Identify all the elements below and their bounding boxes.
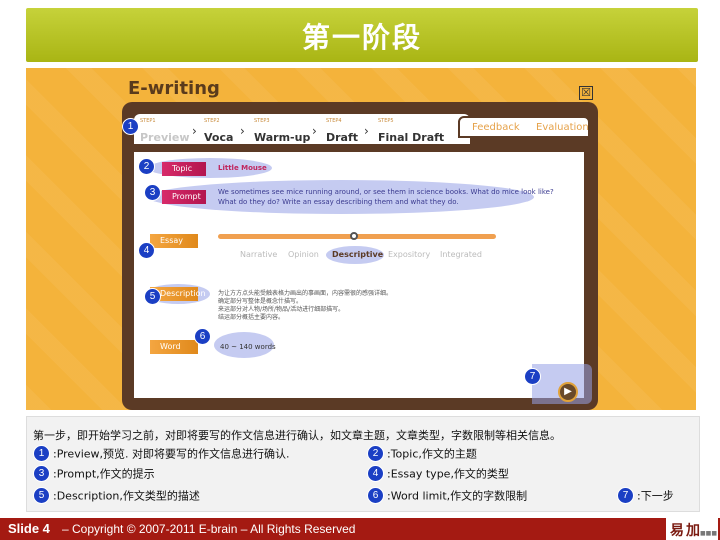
step-tabs: STEP1 Preview › STEP2 Voca › STEP3 Warm-… [134, 114, 470, 144]
essay-type-option[interactable]: Opinion [288, 250, 319, 259]
callout-badge: 3 [144, 184, 161, 201]
review-tabs: Feedback Evaluation [458, 116, 590, 138]
callout-badge: 2 [138, 158, 155, 175]
callout-badge: 7 [524, 368, 541, 385]
slide-number: Slide 4 [8, 521, 50, 536]
topic-label: Topic [162, 162, 206, 176]
callout-badge: 4 [138, 242, 155, 259]
app-logo: E-writing [128, 78, 220, 99]
step-separator-icon: › [192, 124, 197, 138]
explanation-intro: 第一步，即开始学习之前，对即将要写的作文信息进行确认，如文章主题，文章类型，字数… [33, 429, 561, 442]
legend-badge: 2 [367, 445, 384, 462]
slide: 第一阶段 E-writing ☒ STEP1 Preview › STEP2 V… [0, 0, 720, 540]
essay-type-option[interactable]: Integrated [440, 250, 482, 259]
description-line: 为让方方点头能受触表格力画出的事画面，内容需很的感强详细。 [218, 290, 393, 297]
step-preview[interactable]: STEP1 Preview [140, 118, 190, 145]
essay-type-option-selected[interactable]: Descriptive [332, 250, 383, 259]
legend-badge: 6 [367, 487, 384, 504]
legend-item: 7:下一步 [617, 487, 674, 504]
legend-badge: 3 [33, 465, 50, 482]
essay-type-option[interactable]: Narrative [240, 250, 277, 259]
description-line: 来运部分对人物/场所/物品/活动进行细部描写。 [218, 306, 345, 313]
next-button[interactable]: ▶ [558, 382, 578, 402]
content-panel: Topic Little Mouse Prompt We sometimes s… [134, 152, 584, 398]
topic-value: Little Mouse [218, 164, 267, 172]
legend-badge: 5 [33, 487, 50, 504]
step-final-draft[interactable]: STEP5 Final Draft [378, 118, 444, 145]
close-icon[interactable]: ☒ [579, 86, 593, 100]
copyright-text: – Copyright © 2007-2011 E-brain – All Ri… [62, 522, 356, 536]
tab-evaluation[interactable]: Evaluation [536, 122, 589, 133]
word-limit-label: Word Limit [150, 340, 198, 365]
description-line: 结运部分概括主要内容。 [218, 314, 285, 321]
slide-title: 第一阶段 [301, 21, 422, 54]
explanation-box: 第一步，即开始学习之前，对即将要写的作文信息进行确认，如文章主题，文章类型，字数… [26, 416, 700, 512]
e-writing-app: E-writing ☒ STEP1 Preview › STEP2 Voca ›… [26, 68, 696, 410]
footer-bar: Slide 4 – Copyright © 2007-2011 E-brain … [0, 518, 720, 540]
prompt-label: Prompt [162, 190, 206, 204]
essay-type-option[interactable]: Expository [388, 250, 430, 259]
essay-type-label: Essay Type [150, 234, 198, 259]
description-line: 确定部分写整体是概念什描写。 [218, 298, 303, 305]
step-warm-up[interactable]: STEP3 Warm-up [254, 118, 310, 145]
essay-type-marker-icon[interactable] [350, 232, 358, 240]
company-logo: 易 加 ■■■ [666, 518, 718, 540]
tab-feedback[interactable]: Feedback [472, 122, 520, 133]
legend-item: 5:Description,作文类型的描述 [33, 487, 200, 504]
prompt-line-1: We sometimes see mice running around, or… [218, 188, 554, 196]
legend-badge: 1 [33, 445, 50, 462]
step-voca[interactable]: STEP2 Voca [204, 118, 233, 145]
step-separator-icon: › [312, 124, 317, 138]
legend-badge: 7 [617, 487, 634, 504]
step-draft[interactable]: STEP4 Draft [326, 118, 358, 145]
legend-item: 1:Preview,预览. 对即将要写的作文信息进行确认. [33, 445, 290, 462]
callout-badge: 6 [194, 328, 211, 345]
callout-badge: 5 [144, 288, 161, 305]
step-separator-icon: › [364, 124, 369, 138]
title-banner: 第一阶段 [26, 8, 698, 62]
legend-badge: 4 [367, 465, 384, 482]
callout-badge: 1 [122, 118, 139, 135]
legend-item: 6:Word limit,作文的字数限制 [367, 487, 527, 504]
step-separator-icon: › [240, 124, 245, 138]
legend-item: 3:Prompt,作文的提示 [33, 465, 155, 482]
word-limit-value: 40 ~ 140 words [220, 343, 276, 351]
legend-item: 4:Essay type,作文的类型 [367, 465, 509, 482]
legend-item: 2:Topic,作文的主题 [367, 445, 477, 462]
prompt-line-2: What do they do? Write an essay describi… [218, 198, 459, 206]
